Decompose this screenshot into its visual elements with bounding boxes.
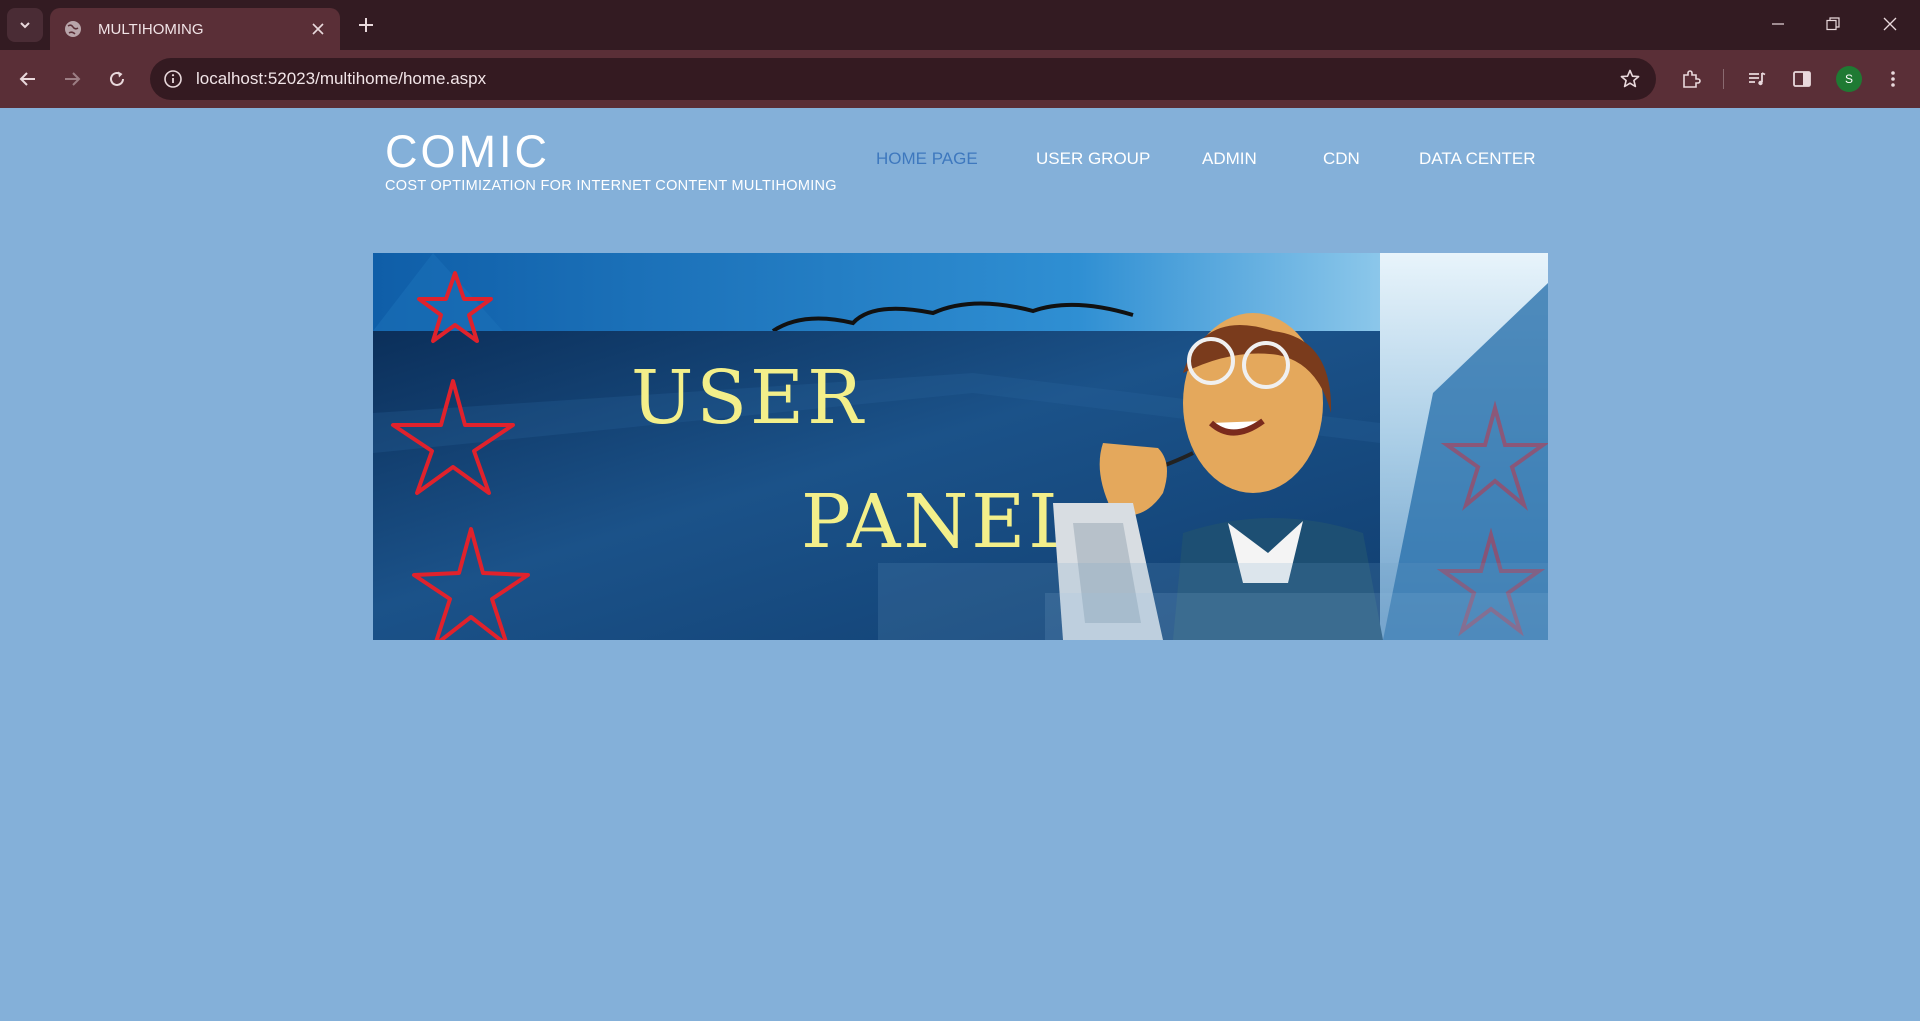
new-tab-button[interactable] — [352, 11, 380, 39]
toolbar-divider — [1723, 69, 1724, 89]
nav-data-center[interactable]: DATA CENTER — [1419, 149, 1536, 169]
tab-search-button[interactable] — [7, 8, 43, 42]
playlist-icon — [1749, 72, 1766, 86]
user-panel-banner: USER PANEL — [373, 253, 1548, 640]
side-panel-button[interactable] — [1786, 63, 1818, 95]
puzzle-icon — [1683, 70, 1701, 88]
reload-icon — [110, 71, 124, 86]
site-info-icon[interactable] — [162, 68, 184, 90]
browser-tab[interactable]: MULTIHOMING — [50, 8, 340, 50]
extensions-button[interactable] — [1675, 63, 1707, 95]
reload-button[interactable] — [101, 63, 133, 95]
nav-cdn[interactable]: CDN — [1323, 149, 1360, 169]
banner-line1: USER — [631, 355, 866, 441]
tab-title: MULTIHOMING — [98, 20, 204, 38]
banner-line2: PANEL — [801, 479, 1080, 565]
more-vertical-icon — [1891, 71, 1895, 87]
globe-icon — [63, 19, 83, 39]
url-text: localhost:52023/multihome/home.aspx — [196, 69, 487, 88]
back-button[interactable] — [12, 63, 44, 95]
tab-close-icon[interactable] — [306, 17, 330, 41]
logo-subtitle: COST OPTIMIZATION FOR INTERNET CONTENT M… — [385, 178, 837, 194]
nav-user-group[interactable]: USER GROUP — [1036, 149, 1150, 169]
restore-icon — [1826, 17, 1840, 31]
side-panel-icon — [1793, 71, 1811, 87]
minimize-icon — [1772, 23, 1784, 25]
main-navigation: HOME PAGE USER GROUP ADMIN CDN DATA CENT… — [0, 149, 1920, 173]
browser-tabstrip: MULTIHOMING — [0, 0, 1920, 50]
arrow-left-icon — [19, 72, 35, 86]
chevron-down-icon — [20, 22, 30, 29]
nav-home-page[interactable]: HOME PAGE — [876, 149, 978, 169]
media-controls-button[interactable] — [1741, 63, 1773, 95]
address-bar[interactable]: localhost:52023/multihome/home.aspx — [150, 58, 1656, 100]
bookmark-star-icon[interactable] — [1618, 67, 1642, 91]
close-window-button[interactable] — [1868, 6, 1912, 42]
nav-admin[interactable]: ADMIN — [1202, 149, 1257, 169]
minimize-button[interactable] — [1756, 6, 1800, 42]
profile-avatar[interactable]: S — [1836, 66, 1862, 92]
plus-icon — [359, 18, 373, 32]
close-icon — [1883, 17, 1897, 31]
restore-button[interactable] — [1811, 6, 1855, 42]
browser-toolbar: localhost:52023/multihome/home.aspx S — [0, 50, 1920, 108]
arrow-right-icon — [65, 72, 81, 86]
forward-button[interactable] — [56, 63, 88, 95]
browser-menu-button[interactable] — [1877, 63, 1909, 95]
